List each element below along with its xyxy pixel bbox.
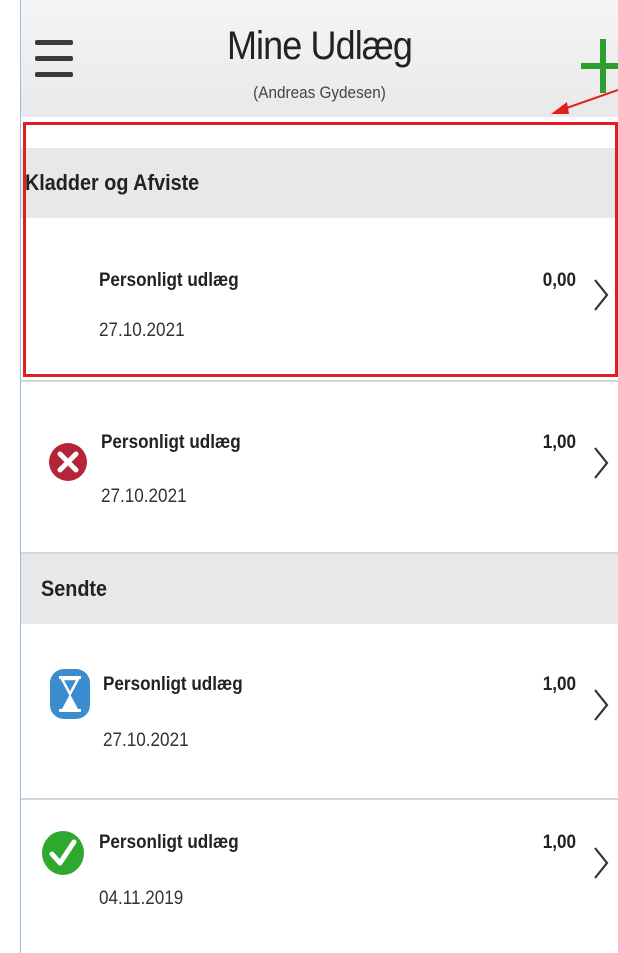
row-date: 04.11.2019 xyxy=(99,888,184,909)
page-subtitle-user: (Andreas Gydesen) xyxy=(253,83,386,102)
chevron-right-icon xyxy=(594,279,609,311)
row-amount: 1,00 xyxy=(542,674,576,695)
page-title: Mine Udlæg xyxy=(226,24,413,68)
chevron-right-icon xyxy=(594,847,609,879)
row-date: 27.10.2021 xyxy=(101,486,187,507)
approved-check-icon xyxy=(42,831,84,875)
section-header-drafts: Kladder og Afviste xyxy=(21,148,618,218)
row-amount: 0,00 xyxy=(542,270,576,291)
app-header: Mine Udlæg (Andreas Gydesen) xyxy=(21,0,618,117)
row-label: Personligt udlæg xyxy=(99,270,239,291)
row-date: 27.10.2021 xyxy=(99,320,185,341)
list-item[interactable]: Personligt udlæg 27.10.2021 1,00 xyxy=(21,382,618,552)
pending-hourglass-icon xyxy=(50,669,90,719)
row-date: 27.10.2021 xyxy=(103,730,189,751)
list-item[interactable]: Personligt udlæg 04.11.2019 1,00 xyxy=(21,800,618,953)
rejected-icon xyxy=(49,443,87,481)
list-item[interactable]: Personligt udlæg 27.10.2021 0,00 xyxy=(21,218,618,378)
row-amount: 1,00 xyxy=(542,832,576,853)
section-title: Kladder og Afviste xyxy=(25,170,200,195)
window-frame-left xyxy=(0,0,21,953)
add-plus-icon[interactable] xyxy=(581,35,618,97)
row-label: Personligt udlæg xyxy=(101,432,241,453)
row-label: Personligt udlæg xyxy=(99,832,239,853)
section-title: Sendte xyxy=(41,576,108,601)
chevron-right-icon xyxy=(594,447,609,479)
chevron-right-icon xyxy=(594,689,609,721)
row-amount: 1,00 xyxy=(542,432,576,453)
row-label: Personligt udlæg xyxy=(103,674,243,695)
app-screen: Mine Udlæg (Andreas Gydesen) Kladder og … xyxy=(21,0,618,953)
list-item[interactable]: Personligt udlæg 27.10.2021 1,00 xyxy=(21,624,618,796)
section-header-sent: Sendte xyxy=(21,554,618,624)
